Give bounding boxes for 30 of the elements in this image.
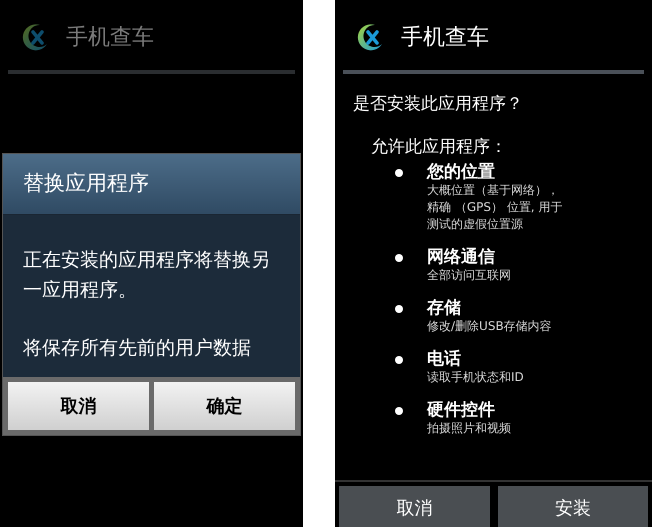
dialog-button[interactable]: 确定 — [154, 382, 295, 430]
app-title: 手机查车 — [401, 24, 489, 52]
dialog-message: 正在安装的应用程序将替换另一应用程序。 — [23, 248, 271, 303]
permission-detail: 测试的虚假位置源 — [427, 216, 524, 233]
bullet-icon — [395, 356, 403, 364]
install-question: 是否安装此应用程序？ — [352, 93, 524, 116]
app-title: 手机查车 — [66, 24, 154, 52]
permission-detail: 修改/删除USB存储内容 — [427, 318, 552, 335]
bullet-icon — [395, 254, 403, 262]
dialog-title: 替换应用程序 — [3, 154, 300, 215]
permissions-heading: 允许此应用程序： — [370, 136, 508, 159]
bullet-icon — [395, 305, 403, 313]
permission-detail: 拍摄照片和视频 — [427, 420, 511, 437]
dialog-message: 将保存所有先前的用户数据 — [23, 336, 252, 361]
permission-detail: 读取手机状态和ID — [427, 369, 524, 386]
bullet-icon — [395, 407, 403, 415]
permission-detail: 大概位置（基于网络）， — [427, 182, 560, 199]
dialog-button[interactable]: 取消 — [8, 382, 149, 430]
permission-title: 硬件控件 — [427, 400, 496, 420]
permission-title: 网络通信 — [427, 247, 496, 267]
app-logo-icon — [20, 22, 50, 52]
install-button[interactable]: 安装 — [498, 486, 648, 527]
permission-detail: 全部访问互联网 — [427, 267, 511, 284]
permission-title: 您的位置 — [427, 162, 496, 182]
permission-title: 存储 — [427, 298, 462, 318]
permission-title: 电话 — [427, 349, 462, 369]
app-logo-icon — [355, 22, 385, 52]
bullet-icon — [395, 169, 403, 177]
permission-detail: 精确 （GPS） 位置, 用于 — [427, 199, 562, 216]
install-button[interactable]: 取消 — [339, 486, 490, 527]
